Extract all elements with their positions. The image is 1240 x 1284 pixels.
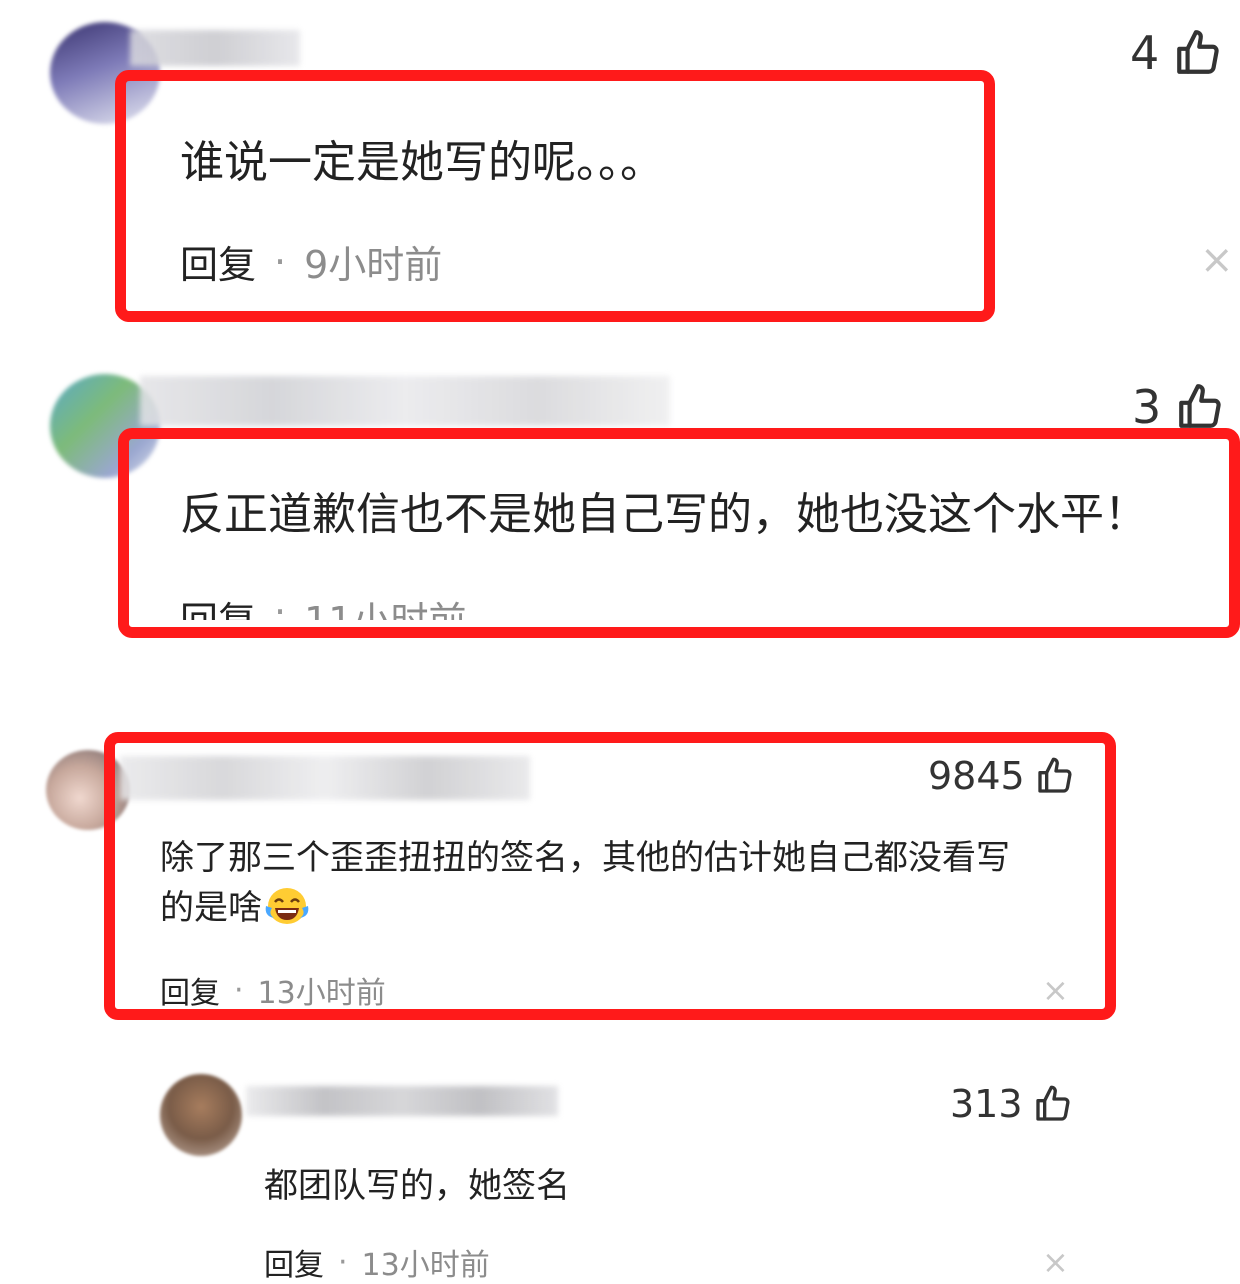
- thumbs-up-icon[interactable]: [1033, 1083, 1073, 1125]
- highlight-box: [104, 732, 1116, 1020]
- like-count: 3: [1132, 380, 1162, 434]
- thumbs-up-icon[interactable]: [1173, 27, 1223, 79]
- comment-time: 13小时前: [361, 1248, 490, 1283]
- highlight-box: [115, 70, 995, 322]
- meta-separator: ·: [338, 1244, 348, 1280]
- close-icon[interactable]: ×: [1042, 1246, 1069, 1278]
- like-control[interactable]: 4: [1130, 26, 1223, 80]
- like-count: 313: [950, 1082, 1023, 1126]
- like-control[interactable]: 313: [950, 1082, 1073, 1126]
- reply-button[interactable]: 回复: [264, 1240, 324, 1284]
- username-blurred[interactable]: [130, 30, 300, 66]
- like-count: 4: [1130, 26, 1160, 80]
- username-blurred[interactable]: [246, 1086, 558, 1116]
- username-blurred[interactable]: [140, 376, 670, 426]
- like-control[interactable]: 3: [1132, 380, 1225, 434]
- comment-text: 都团队写的，她签名: [264, 1166, 570, 1206]
- thumbs-up-icon[interactable]: [1175, 381, 1225, 433]
- close-icon[interactable]: ×: [1200, 240, 1234, 280]
- highlight-box: [118, 428, 1240, 638]
- comment-meta: 回复 · 13小时前: [264, 1240, 490, 1284]
- avatar[interactable]: [160, 1074, 242, 1156]
